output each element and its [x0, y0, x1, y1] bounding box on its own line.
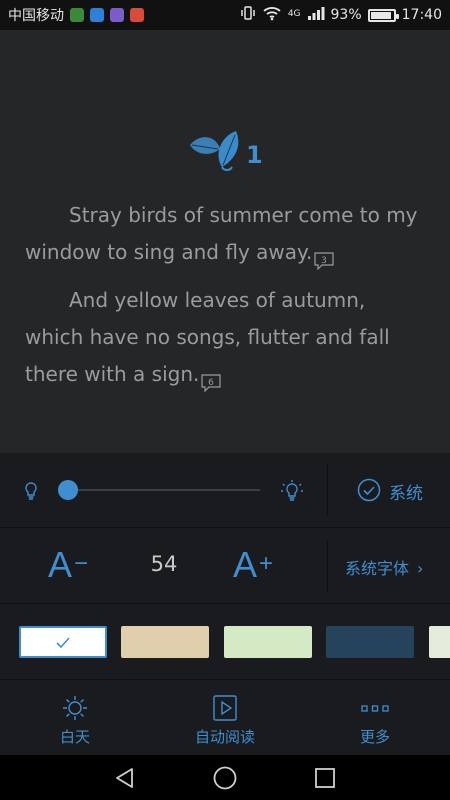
reading-settings-panel: 系统 A− 54 A+ 系统字体 › 白天 自动阅读 更多 [0, 453, 450, 755]
recent-apps-icon[interactable] [313, 766, 337, 794]
plus-icon: + [259, 550, 274, 577]
comment-note-icon[interactable]: 3 [314, 245, 334, 270]
play-book-icon [213, 695, 237, 721]
wifi-icon [262, 5, 282, 25]
chapter-number: 1 [246, 141, 263, 169]
back-icon[interactable] [113, 766, 137, 794]
font-decrease-button[interactable]: A− [48, 544, 88, 586]
brightness-slider-handle[interactable] [58, 480, 78, 500]
comment-note-icon[interactable]: 6 [201, 367, 221, 392]
gallery-notification-icon [110, 8, 124, 22]
day-mode-label: 白天 [59, 728, 90, 746]
theme-swatch-white[interactable] [19, 626, 107, 658]
brightness-row: 系统 [0, 453, 450, 528]
network-type: 4G [287, 9, 301, 19]
theme-swatch-beige[interactable] [121, 626, 209, 658]
qq-notification-icon [90, 8, 104, 22]
reader-page[interactable]: 1 Stray birds of summer come to my windo… [0, 30, 450, 453]
font-increase-button[interactable]: A+ [233, 544, 273, 586]
auto-read-label: 自动阅读 [194, 728, 255, 746]
font-decrease-label: A [48, 544, 73, 585]
system-font-button[interactable]: 系统字体 › [345, 555, 423, 579]
theme-row [0, 604, 450, 680]
day-mode-button[interactable]: 白天 [0, 680, 150, 755]
paragraph: And yellow leaves of autumn, which have … [25, 282, 425, 393]
theme-swatch-light-green[interactable] [429, 626, 450, 658]
system-font-label: 系统字体 [345, 559, 410, 578]
paragraph: Stray birds of summer come to my window … [25, 197, 425, 271]
brightness-low-icon [22, 481, 40, 505]
battery-percent: 93% [330, 7, 362, 23]
check-icon [56, 637, 70, 649]
paragraph-text: Stray birds of summer come to my window … [25, 203, 418, 264]
chevron-right-icon: › [417, 559, 424, 578]
auto-read-button[interactable]: 自动阅读 [150, 680, 300, 755]
theme-swatch-green[interactable] [224, 626, 312, 658]
home-icon[interactable] [212, 765, 238, 795]
font-size-value: 54 [150, 552, 178, 576]
theme-swatch-navy[interactable] [326, 626, 414, 658]
battery-icon [367, 8, 399, 22]
wechat-notification-icon [70, 8, 84, 22]
sun-icon [63, 696, 87, 720]
more-button[interactable]: 更多 [300, 680, 450, 755]
divider [327, 464, 328, 516]
signal-icon [307, 5, 325, 25]
chapter-heading: 1 [186, 127, 266, 177]
minus-icon: − [74, 550, 89, 577]
note-count: 3 [322, 256, 328, 266]
font-size-row: A− 54 A+ 系统字体 › [0, 528, 450, 604]
app-notification-icon [130, 8, 144, 22]
system-brightness-label[interactable]: 系统 [389, 479, 423, 504]
reader-bottom-nav: 白天 自动阅读 更多 [0, 680, 450, 755]
carrier-name: 中国移动 [8, 8, 64, 24]
font-increase-label: A [233, 544, 258, 585]
status-bar: 中国移动 4G 93% 17:40 [0, 0, 450, 30]
system-navigation-bar [0, 755, 450, 800]
vibrate-icon [240, 5, 256, 25]
more-dots-icon [361, 705, 389, 712]
leaf-icon [190, 131, 239, 171]
system-brightness-check-icon[interactable] [357, 478, 381, 506]
divider [327, 540, 328, 592]
brightness-high-icon [280, 479, 304, 507]
brightness-slider[interactable] [60, 489, 260, 491]
note-count: 6 [209, 378, 215, 388]
clock: 17:40 [401, 7, 442, 23]
more-label: 更多 [359, 728, 390, 746]
